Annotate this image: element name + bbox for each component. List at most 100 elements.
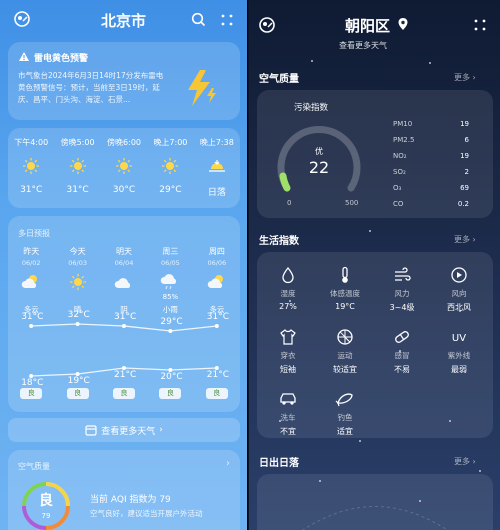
life-index-item[interactable]: UV 紫外线 最弱 xyxy=(434,326,484,375)
multi-day-forecast-card[interactable]: 多日预报 昨天 06/02 多云 今天 06/03 晴明天 06/04 阴周三 0… xyxy=(8,216,240,412)
location-manage-icon[interactable] xyxy=(259,17,275,33)
hour-temp: 31°C xyxy=(66,185,89,195)
right-more-weather-link[interactable]: 查看更多天气 xyxy=(339,40,387,51)
search-icon[interactable] xyxy=(191,12,206,27)
hourly-item: 晚上7:00 29°C xyxy=(147,128,193,208)
left-city-title[interactable]: 北京市 xyxy=(0,10,247,31)
chevron-right-icon: › xyxy=(159,425,163,435)
more-weather-label: 查看更多天气 xyxy=(101,426,156,437)
aq-headline: 当前 AQI 指数为 79 xyxy=(90,495,171,505)
life-index-item[interactable]: 穿衣 短袖 xyxy=(263,326,313,375)
pollutant-value: 6 xyxy=(464,136,470,144)
day-item[interactable]: 明天 06/04 阴 xyxy=(101,246,147,315)
day-item[interactable]: 昨天 06/02 多云 xyxy=(8,246,54,315)
pollution-value: 22 xyxy=(308,158,330,177)
hourly-forecast-card[interactable]: 下午4:00 31°C 傍晚5:00 31°C 傍晚6:00 30°C 晚上7:00 … xyxy=(8,128,240,208)
forecast-title: 多日预报 xyxy=(18,229,50,238)
day-date: 06/05 xyxy=(161,259,180,267)
day-precip xyxy=(194,293,240,302)
aq-badge-level: 良 xyxy=(39,493,53,509)
sun-icon xyxy=(54,154,100,178)
cloudy-icon xyxy=(101,271,147,293)
day-aqi-badge: 良 xyxy=(159,388,182,399)
pollutant-name: CO xyxy=(393,200,404,208)
gauge-max: 500 xyxy=(345,199,359,207)
sun-arc xyxy=(302,506,448,530)
right-weather-pane: 朝阳区 查看更多天气 空气质量 更多 › 污染指数 优 22 0 500 PM1… xyxy=(249,0,500,530)
weather-alert-card[interactable]: 雷电黄色预警 市气象台2024年6月3日14时17分发布雷电黄色预警信号：预计，… xyxy=(8,42,240,120)
life-index-item[interactable]: 感冒 不易 xyxy=(377,326,427,375)
life-index-name: 感冒 xyxy=(394,351,410,360)
sunrise-sunset-card[interactable] xyxy=(257,474,494,530)
right-aq-card[interactable]: 污染指数 优 22 0 500 PM10 19 PM2.5 6 NO₂ 19 SO₂ 2 O₃ 6… xyxy=(257,90,494,218)
life-index-value: 27% xyxy=(279,302,297,311)
day-high-temp: 31°C xyxy=(21,312,44,322)
day-low-temp: 20°C xyxy=(160,372,183,382)
day-name: 明天 xyxy=(116,247,133,256)
day-item[interactable]: 周四 06/06 多云 xyxy=(194,246,240,315)
day-date: 06/06 xyxy=(207,259,227,267)
temp-point xyxy=(214,324,219,328)
left-aq-title: 空气质量 xyxy=(18,462,50,471)
day-aqi-badge: 良 xyxy=(205,388,228,399)
day-high-temp: 32°C xyxy=(67,310,90,320)
life-index-item[interactable]: 风向 西北风 xyxy=(434,264,484,313)
car-icon xyxy=(263,388,313,410)
star-decoration xyxy=(479,470,482,472)
pollutant-name: O₃ xyxy=(393,184,402,192)
life-index-name: 湿度 xyxy=(280,289,296,298)
life-index-item[interactable]: 洗车 不宜 xyxy=(263,388,313,437)
uv-icon: UV xyxy=(434,326,484,348)
aq-description: 空气良好，建议适当开展户外活动 xyxy=(90,509,203,518)
life-index-value: 最弱 xyxy=(451,365,468,374)
pollution-level: 优 xyxy=(315,147,324,156)
aq-badge-number: 79 xyxy=(41,512,51,520)
day-low-temp: 18°C xyxy=(21,378,44,388)
hour-temp: 日落 xyxy=(207,188,226,198)
day-precip xyxy=(54,293,100,302)
sunrise-sunset-more[interactable]: 更多 › xyxy=(454,456,476,467)
sun-icon xyxy=(8,154,54,178)
left-weather-pane: 北京市 雷电黄色预警 市气象台2024年6月3日14时17分发布雷电黄色预警信号… xyxy=(0,0,248,530)
life-index-name: 钓鱼 xyxy=(337,413,353,422)
droplet-icon xyxy=(263,264,313,286)
life-index-name: 风向 xyxy=(451,289,467,298)
more-menu-icon[interactable] xyxy=(473,18,487,32)
life-index-card[interactable]: 湿度 27% 体感温度 19°C 风力 3~4级 风向 西北风 穿衣 短袖 运动… xyxy=(257,252,494,438)
life-index-item[interactable]: 风力 3~4级 xyxy=(377,264,427,313)
hour-time: 晚上7:00 xyxy=(153,138,188,147)
ball-icon xyxy=(320,326,370,348)
hourly-item: 傍晚5:00 31°C xyxy=(54,128,100,208)
right-city-title[interactable]: 朝阳区 xyxy=(345,15,390,36)
day-high-temp: 29°C xyxy=(160,317,183,327)
hourly-item: 下午4:00 31°C xyxy=(8,128,54,208)
hour-time: 傍晚6:00 xyxy=(107,138,141,147)
warning-icon xyxy=(18,51,30,63)
life-index-value: 短袖 xyxy=(280,365,297,374)
life-index-item[interactable]: 运动 较适宜 xyxy=(320,326,370,375)
star-decoration xyxy=(429,62,432,64)
pollutant-name: PM2.5 xyxy=(393,136,415,144)
life-index-item[interactable]: 体感温度 19°C xyxy=(320,264,370,311)
wind-icon xyxy=(377,264,427,286)
right-aq-more[interactable]: 更多 › xyxy=(454,72,476,83)
pollutant-name: SO₂ xyxy=(393,168,406,176)
pill-icon xyxy=(377,326,427,348)
svg-text:UV: UV xyxy=(452,333,466,344)
life-index-item[interactable]: 湿度 27% xyxy=(263,264,313,311)
day-low-temp: 19°C xyxy=(67,376,90,386)
more-weather-button[interactable]: 查看更多天气 › xyxy=(8,418,240,442)
right-aq-title: 空气质量 xyxy=(259,74,300,85)
day-low-temp: 21°C xyxy=(114,370,137,380)
pollutant-name: NO₂ xyxy=(393,152,407,160)
day-item[interactable]: 今天 06/03 晴 xyxy=(54,246,100,315)
left-air-quality-card[interactable]: 空气质量 › 良 79 当前 AQI 指数为 79 空气良好，建议适当开展户外活… xyxy=(8,450,240,530)
life-index-item[interactable]: 钓鱼 适宜 xyxy=(320,388,370,437)
life-index-more[interactable]: 更多 › xyxy=(454,234,476,245)
day-item[interactable]: 周三 06/05 85% 小雨 xyxy=(147,246,193,315)
location-pin-icon xyxy=(397,17,409,31)
shirt-icon xyxy=(263,326,313,348)
star-decoration xyxy=(359,440,362,442)
day-name: 周三 xyxy=(162,247,179,256)
more-menu-icon[interactable] xyxy=(220,13,234,27)
